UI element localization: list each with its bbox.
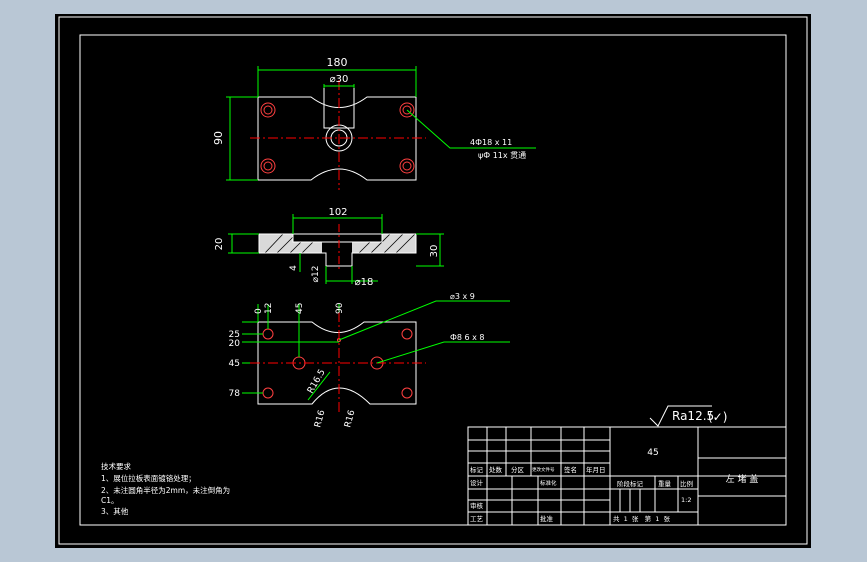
label-review: 审核 [470, 501, 484, 510]
dim-slot-label: ⌀30 [330, 74, 349, 85]
label-change-doc: 更改文件号 [532, 466, 555, 473]
material-value: 45 [647, 448, 658, 458]
tech-notes-line1: 1、展位拉板表面镀铬处理； [101, 473, 196, 483]
label-count: 处数 [489, 465, 503, 474]
label-approve: 批准 [540, 514, 554, 523]
section-recess [292, 233, 383, 243]
roughness-check: (✓) [708, 410, 727, 424]
part-name: 左 堵 盖 [726, 473, 759, 485]
label-design: 设计 [470, 478, 484, 487]
callout-a-label: ⌀3 x 9 [450, 292, 475, 301]
dim-right-label: 30 [429, 245, 440, 258]
label-scale: 比例 [680, 479, 693, 488]
tech-notes-line3: C1。 [101, 496, 119, 505]
dim-height-label: 90 [212, 131, 225, 145]
dim-y78-label: 78 [229, 389, 241, 399]
dim-x90-label: 90 [335, 302, 345, 314]
tech-notes-line4: 3、其他 [101, 506, 129, 516]
hole-callout-line2: ψФ 11x 贯通 [478, 150, 526, 160]
dim-left-label: 20 [214, 238, 225, 251]
scale-value: 1:2 [681, 496, 691, 504]
label-stage-mark: 阶段标记 [617, 479, 644, 488]
label-mark: 标记 [470, 465, 484, 474]
label-process: 工艺 [470, 515, 484, 523]
dim-y45-label: 45 [229, 359, 240, 369]
dim-bore-large-label: ⌀18 [355, 277, 374, 288]
label-date: 年月日 [586, 465, 606, 474]
dim-step-label: 4 [289, 265, 299, 271]
tech-notes-title: 技术要求 [101, 461, 131, 471]
dim-x12-label: 12 [264, 303, 274, 314]
sheet-info: 共 1 张 第 1 张 [613, 514, 670, 523]
callout-b-label: Ф8 6 x 8 [450, 333, 485, 342]
dim-x0-label: 0 [254, 308, 264, 314]
tech-notes-line2: 2、未注圆角半径为2mm，未注倒角为 [101, 485, 230, 495]
dim-bore-small-label: ⌀12 [311, 266, 321, 283]
dim-inner-label: 102 [328, 207, 347, 218]
cad-drawing-viewport: 180 ⌀30 90 4Ф18 x 11 ψФ 11x 贯通 102 20 30… [55, 14, 811, 548]
hole-callout-line1: 4Ф18 x 11 [470, 138, 512, 147]
dim-width-label: 180 [327, 56, 348, 69]
label-weight: 重量 [658, 480, 672, 488]
label-zone: 分区 [511, 465, 525, 474]
dim-y20-label: 20 [229, 339, 241, 349]
label-sign: 签名 [564, 465, 577, 474]
dim-x45-label: 45 [295, 303, 305, 314]
label-standardize: 标准化 [540, 479, 557, 487]
